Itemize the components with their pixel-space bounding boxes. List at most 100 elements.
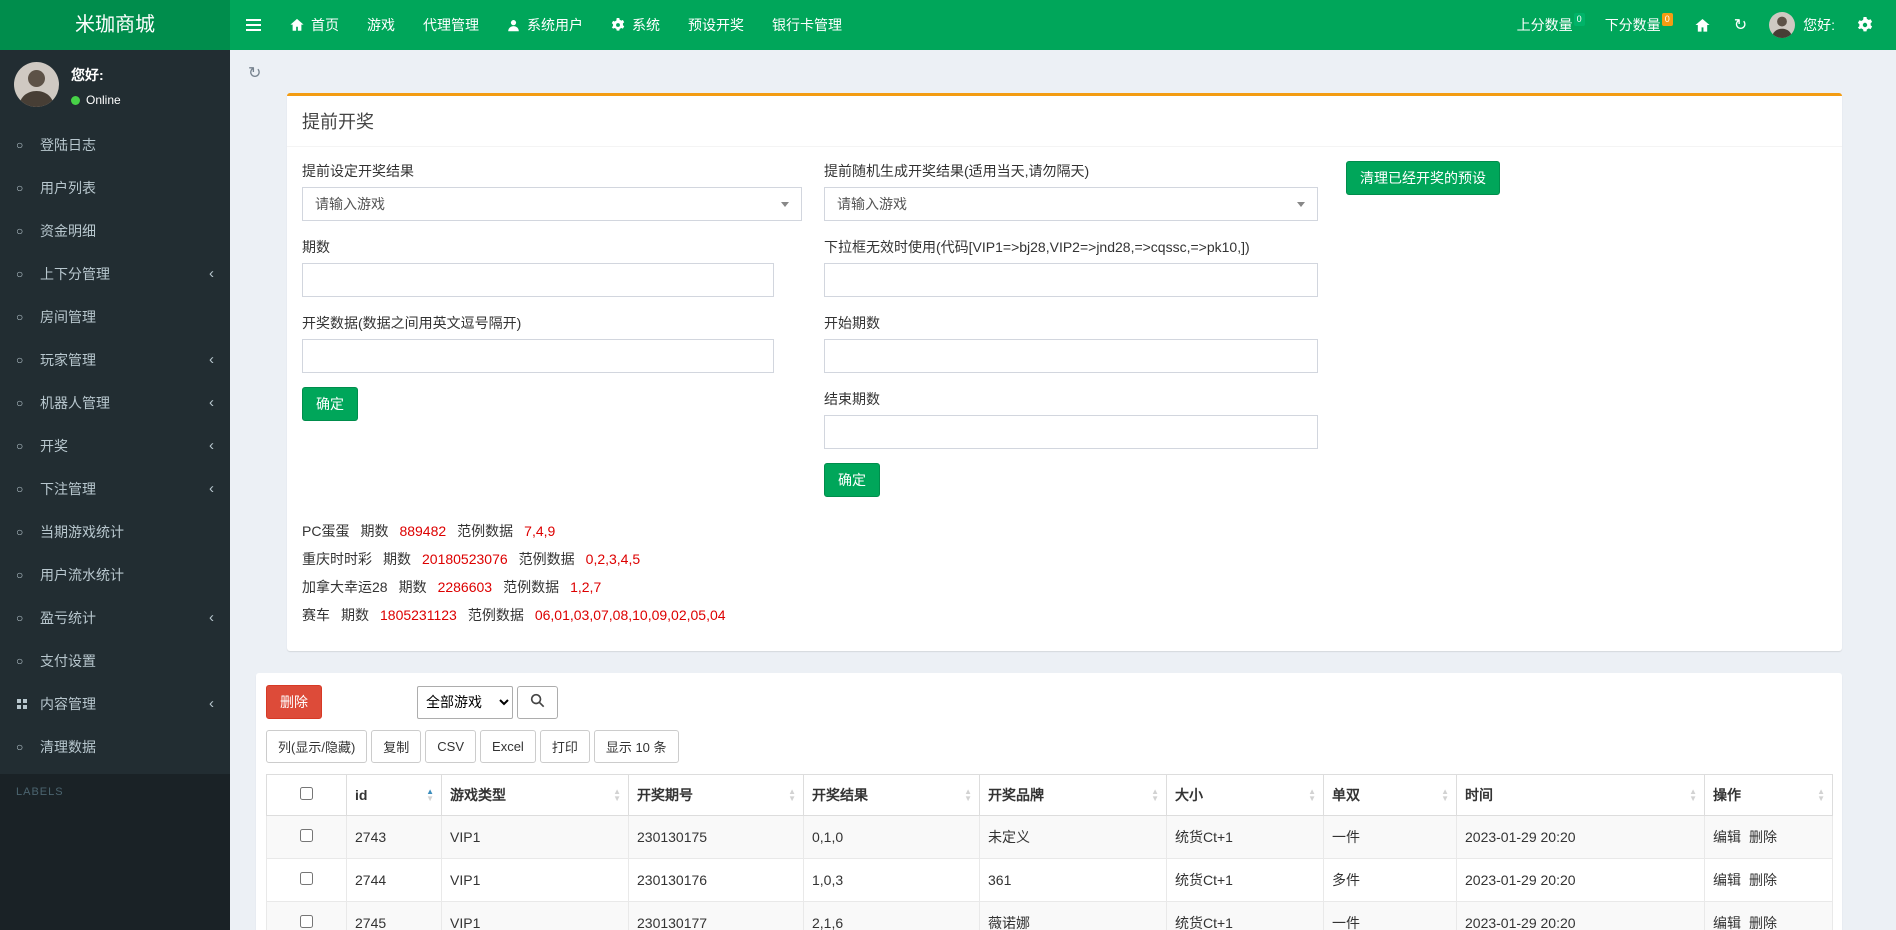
game-filter-select[interactable]: 全部游戏: [417, 686, 513, 719]
table-tool-button[interactable]: 列(显示/隐藏): [266, 730, 367, 763]
search-button[interactable]: [517, 686, 558, 719]
down-score-item[interactable]: 下分数量0: [1598, 15, 1680, 35]
example-line: 赛车 期数 1805231123 范例数据 06,01,03,07,08,10,…: [302, 601, 1827, 629]
column-header[interactable]: 大小 ▲▼: [1167, 775, 1324, 816]
home-icon: [290, 18, 304, 32]
start-issue-input[interactable]: [824, 339, 1318, 373]
navbar-right: 上分数量0 下分数量0 ↻ 您好:: [1510, 0, 1896, 50]
circle-icon: ○: [16, 396, 40, 410]
delete-link[interactable]: 删除: [1749, 915, 1777, 930]
game-select[interactable]: 请输入游戏: [302, 187, 802, 221]
column-header[interactable]: 开奖期号 ▲▼: [629, 775, 804, 816]
fallback-code-input[interactable]: [824, 263, 1318, 297]
navbar-item-label: 首页: [311, 15, 339, 35]
delete-link[interactable]: 删除: [1749, 829, 1777, 845]
example-sample-label: 范例数据: [457, 517, 513, 545]
navbar-item[interactable]: 首页: [276, 0, 353, 50]
edit-link[interactable]: 编辑: [1713, 829, 1741, 845]
edit-link[interactable]: 编辑: [1713, 915, 1741, 930]
table-tool-button[interactable]: 打印: [540, 730, 590, 763]
clear-presets-button[interactable]: 清理已经开奖的预设: [1346, 161, 1500, 195]
navbar-settings-button[interactable]: [1848, 0, 1882, 50]
edit-link[interactable]: 编辑: [1713, 872, 1741, 888]
navbar-item[interactable]: 游戏: [353, 0, 409, 50]
navbar-item[interactable]: 系统: [597, 0, 674, 50]
select-all-checkbox[interactable]: [300, 787, 313, 800]
user-menu[interactable]: 您好:: [1762, 12, 1842, 38]
sidebar-toggle-button[interactable]: [230, 0, 276, 50]
example-issue-value: 889482: [399, 517, 446, 545]
sort-asc-icon: ▲▼: [426, 788, 434, 802]
game-select-random[interactable]: 请输入游戏: [824, 187, 1318, 221]
cell-size: 统货Ct+1: [1167, 816, 1324, 859]
draw-data-input[interactable]: [302, 339, 774, 373]
circle-icon: ○: [16, 740, 40, 754]
cell-result: 2,1,6: [804, 902, 980, 930]
sidebar-menu-item[interactable]: ○ 盈亏统计 ‹: [0, 596, 230, 639]
up-score-label: 上分数量: [1517, 17, 1573, 33]
circle-icon: ○: [16, 138, 40, 152]
down-score-label: 下分数量: [1605, 17, 1661, 33]
column-header[interactable]: 时间 ▲▼: [1457, 775, 1705, 816]
column-header[interactable]: 开奖结果 ▲▼: [804, 775, 980, 816]
sort-icons: ▲▼: [788, 788, 796, 802]
table-toolbar: 列(显示/隐藏) 复制 CSV Excel 打印 显示 10 条: [266, 730, 1832, 763]
circle-icon: ○: [16, 181, 40, 195]
navbar-item[interactable]: 系统用户: [493, 0, 597, 50]
navbar-refresh-button[interactable]: ↻: [1725, 0, 1756, 50]
up-score-badge: 0: [1574, 13, 1585, 26]
chevron-left-icon: ‹: [209, 351, 214, 368]
page-refresh-icon[interactable]: ↻: [248, 65, 261, 82]
table-tool-button[interactable]: 显示 10 条: [594, 730, 679, 763]
circle-icon: ○: [16, 267, 40, 281]
column-header[interactable]: 游戏类型 ▲▼: [442, 775, 629, 816]
sidebar-item-label: 用户列表: [40, 178, 96, 198]
navbar-item[interactable]: 代理管理: [409, 0, 493, 50]
row-checkbox[interactable]: [300, 829, 313, 842]
column-header[interactable]: 操作 ▲▼: [1705, 775, 1833, 816]
end-issue-input[interactable]: [824, 415, 1318, 449]
table-tool-button[interactable]: Excel: [480, 730, 536, 763]
circle-icon: ○: [16, 568, 40, 582]
issue-input[interactable]: [302, 263, 774, 297]
up-score-item[interactable]: 上分数量0: [1510, 15, 1592, 35]
sidebar-menu-item[interactable]: ○ 机器人管理 ‹: [0, 381, 230, 424]
column-header[interactable]: id ▲▼: [347, 775, 442, 816]
sidebar-menu-item[interactable]: ○ 用户流水统计: [0, 553, 230, 596]
navbar-item[interactable]: 银行卡管理: [758, 0, 856, 50]
sidebar-menu-item[interactable]: ○ 下注管理 ‹: [0, 467, 230, 510]
sidebar-menu-item[interactable]: ○ 上下分管理 ‹: [0, 252, 230, 295]
sidebar-menu-item[interactable]: ○ 清理数据: [0, 725, 230, 768]
sidebar-menu-item[interactable]: ○ 支付设置: [0, 639, 230, 682]
example-sample-value: 0,2,3,4,5: [586, 545, 641, 573]
delete-link[interactable]: 删除: [1749, 872, 1777, 888]
brand-logo[interactable]: 米珈商城: [0, 0, 230, 50]
cell-time: 2023-01-29 20:20: [1457, 902, 1705, 930]
column-header-label: 开奖品牌: [988, 787, 1044, 803]
column-header[interactable]: 开奖品牌 ▲▼: [980, 775, 1167, 816]
sidebar-menu-item[interactable]: ○ 房间管理: [0, 295, 230, 338]
row-checkbox[interactable]: [300, 915, 313, 928]
table-tool-button[interactable]: 复制: [371, 730, 421, 763]
column-header[interactable]: 单双 ▲▼: [1324, 775, 1457, 816]
bulk-delete-button[interactable]: 删除: [266, 685, 322, 719]
fallback-code-label: 下拉框无效时使用(代码[VIP1=>bj28,VIP2=>jnd28,=>cqs…: [824, 237, 1318, 257]
example-issue-label: 期数: [360, 517, 388, 545]
sidebar-menu: ○ 登陆日志 ○ 用户列表 ○ 资金明细 ○ 上: [0, 123, 230, 768]
issue-label: 期数: [302, 237, 802, 257]
sidebar-menu-item[interactable]: ○ 玩家管理 ‹: [0, 338, 230, 381]
sidebar-menu-item[interactable]: ○ 资金明细: [0, 209, 230, 252]
sidebar-menu-item[interactable]: 内容管理 ‹: [0, 682, 230, 725]
navbar-home-button[interactable]: [1686, 0, 1719, 50]
confirm-button-right[interactable]: 确定: [824, 463, 880, 497]
sidebar-menu-item[interactable]: ○ 用户列表: [0, 166, 230, 209]
table-tool-button[interactable]: CSV: [425, 730, 476, 763]
row-checkbox[interactable]: [300, 872, 313, 885]
sidebar-menu-item[interactable]: ○ 登陆日志: [0, 123, 230, 166]
navbar-item-label: 系统用户: [527, 15, 583, 35]
sidebar-menu-item[interactable]: ○ 当期游戏统计: [0, 510, 230, 553]
sidebar-item-label: 下注管理: [40, 479, 96, 499]
sidebar-menu-item[interactable]: ○ 开奖 ‹: [0, 424, 230, 467]
navbar-item[interactable]: 预设开奖: [674, 0, 758, 50]
confirm-button-left[interactable]: 确定: [302, 387, 358, 421]
